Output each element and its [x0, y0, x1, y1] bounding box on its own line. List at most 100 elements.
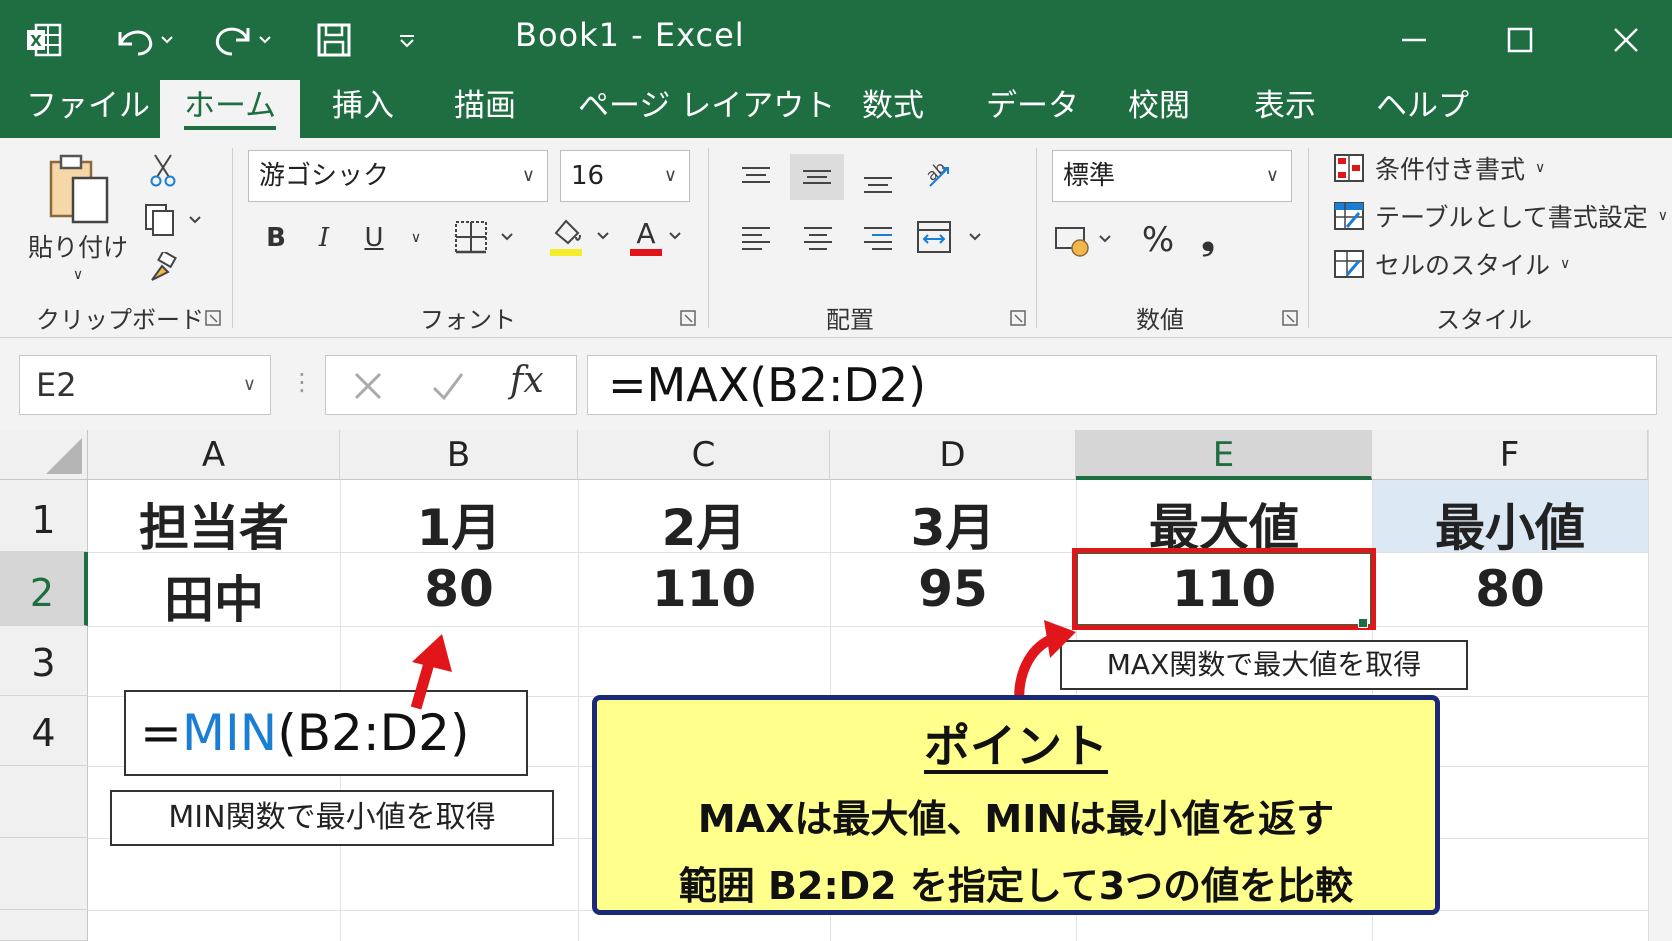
font-color-icon[interactable]: A: [628, 212, 684, 264]
cell-f2[interactable]: 80: [1372, 560, 1648, 618]
font-size-select[interactable]: 16 ∨: [560, 150, 690, 202]
conditional-formatting-button[interactable]: 条件付き書式 ∨: [1333, 150, 1545, 186]
tab-formulas[interactable]: 数式: [862, 80, 924, 138]
align-left-icon[interactable]: [734, 216, 778, 260]
paste-button[interactable]: 貼り付け: [26, 226, 130, 266]
insert-function-button[interactable]: fx: [510, 360, 544, 401]
font-name-select[interactable]: 游ゴシック ∨: [248, 150, 548, 202]
number-launcher-icon[interactable]: [1282, 310, 1298, 326]
tab-view[interactable]: 表示: [1254, 80, 1316, 138]
tab-file[interactable]: ファイル: [26, 80, 150, 138]
minimize-icon[interactable]: [1384, 10, 1444, 70]
number-group-label: 数値: [1136, 306, 1184, 334]
min-formula-equals: =: [140, 704, 182, 762]
enter-check-icon[interactable]: [428, 362, 468, 412]
point-line-1: MAXは最大値、MINは最小値を返す: [697, 797, 1335, 841]
title-bar: X Book1 - Excel: [0, 0, 1672, 80]
customize-icon[interactable]: [392, 14, 422, 66]
comma-button[interactable]: ❟: [1190, 214, 1226, 262]
bold-button[interactable]: B: [258, 216, 294, 260]
row-header-1[interactable]: 1: [0, 480, 88, 552]
column-header-c[interactable]: C: [578, 430, 830, 480]
worksheet-grid: A B C D E F 1 2 3 4 担当者 1月 2月 3月 最大値 最小値…: [0, 430, 1672, 941]
column-header-a[interactable]: A: [88, 430, 340, 480]
redo-icon[interactable]: [210, 14, 278, 66]
fill-handle[interactable]: [1358, 618, 1368, 628]
align-top-icon[interactable]: [734, 154, 778, 198]
align-middle-icon[interactable]: [790, 154, 844, 200]
undo-icon[interactable]: [110, 14, 178, 66]
fill-color-icon[interactable]: [546, 212, 622, 264]
align-center-icon[interactable]: [796, 216, 840, 260]
tab-home[interactable]: ホーム: [160, 80, 301, 138]
vertical-scrollbar[interactable]: [1648, 430, 1672, 941]
font-launcher-icon[interactable]: [680, 310, 696, 326]
copy-icon[interactable]: [142, 200, 206, 240]
point-callout: ポイント MAXは最大値、MINは最小値を返す 範囲 B2:D2 を指定して3つ…: [592, 695, 1440, 915]
arrow-to-e2-icon: [1014, 620, 1076, 708]
cell-styles-button[interactable]: セルのスタイル ∨: [1333, 246, 1570, 282]
column-header-f[interactable]: F: [1372, 430, 1648, 480]
paste-chevron-down-icon[interactable]: ∨: [66, 264, 90, 286]
group-separator: [1308, 148, 1309, 328]
cell-a2[interactable]: 田中: [88, 560, 340, 632]
cell-c2[interactable]: 110: [578, 560, 830, 618]
format-painter-icon[interactable]: [145, 248, 181, 288]
italic-button[interactable]: I: [306, 216, 342, 260]
tab-insert[interactable]: 挿入: [332, 80, 394, 138]
cell-f1[interactable]: 最小値: [1372, 488, 1648, 560]
tab-help[interactable]: ヘルプ: [1376, 80, 1469, 138]
ribbon-tabs: ファイル ホーム 挿入 描画 ページ レイアウト 数式 データ 校閲 表示 ヘル…: [0, 80, 1672, 138]
column-header-e[interactable]: E: [1076, 430, 1372, 480]
cell-styles-icon: [1334, 250, 1364, 278]
select-all-corner[interactable]: [0, 430, 88, 480]
formula-bar-grip-icon[interactable]: ⋮: [290, 368, 314, 402]
tab-data[interactable]: データ: [986, 80, 1079, 138]
row-header-2[interactable]: 2: [0, 552, 88, 626]
underline-button[interactable]: U: [356, 216, 392, 260]
min-formula-args: (B2:D2): [277, 704, 470, 762]
align-bottom-icon[interactable]: [856, 160, 900, 204]
window-title: Book1 - Excel: [515, 16, 745, 54]
tab-review[interactable]: 校閲: [1128, 80, 1190, 138]
borders-icon[interactable]: [452, 214, 528, 262]
format-as-table-button[interactable]: テーブルとして書式設定 ∨: [1333, 198, 1668, 234]
cell-b1[interactable]: 1月: [340, 488, 578, 560]
save-icon[interactable]: [312, 14, 356, 66]
clipboard-group-label: クリップボード: [36, 306, 204, 334]
cell-c1[interactable]: 2月: [578, 488, 830, 560]
row-header-5[interactable]: [0, 766, 88, 838]
row-header-6[interactable]: [0, 838, 88, 910]
close-icon[interactable]: [1596, 10, 1656, 70]
orientation-icon[interactable]: ab: [916, 152, 960, 196]
cell-a1[interactable]: 担当者: [88, 488, 340, 560]
cancel-icon[interactable]: [348, 362, 388, 412]
underline-chevron-icon[interactable]: ∨: [404, 216, 428, 260]
column-header-d[interactable]: D: [830, 430, 1076, 480]
number-format-select[interactable]: 標準 ∨: [1052, 150, 1292, 202]
column-header-b[interactable]: B: [340, 430, 578, 480]
point-line-2: 範囲 B2:D2 を指定して3つの値を比較: [678, 864, 1354, 908]
clipboard-launcher-icon[interactable]: [205, 310, 221, 326]
tab-draw[interactable]: 描画: [454, 80, 516, 138]
maximize-icon[interactable]: [1490, 10, 1550, 70]
number-format-value: 標準: [1063, 161, 1116, 191]
paste-icon[interactable]: [40, 150, 120, 230]
row-header-4[interactable]: 4: [0, 696, 88, 766]
tab-page-layout[interactable]: ページ レイアウト: [578, 80, 835, 138]
accounting-format-icon[interactable]: [1054, 218, 1124, 262]
row-header-3[interactable]: 3: [0, 626, 88, 696]
group-separator: [1036, 148, 1037, 328]
merge-center-icon[interactable]: [914, 214, 994, 262]
formula-input[interactable]: =MAX(B2:D2): [587, 355, 1657, 415]
conditional-formatting-label: 条件付き書式: [1375, 155, 1526, 184]
cell-b2[interactable]: 80: [340, 560, 578, 618]
align-right-icon[interactable]: [856, 216, 900, 260]
cell-d1[interactable]: 3月: [830, 488, 1076, 560]
alignment-launcher-icon[interactable]: [1010, 310, 1026, 326]
row-header-7[interactable]: [0, 910, 88, 941]
percent-button[interactable]: %: [1136, 216, 1180, 264]
max-caption: MAX関数で最大値を取得: [1060, 640, 1468, 690]
name-box[interactable]: E2 ∨: [19, 355, 271, 415]
cut-icon[interactable]: [145, 150, 181, 190]
